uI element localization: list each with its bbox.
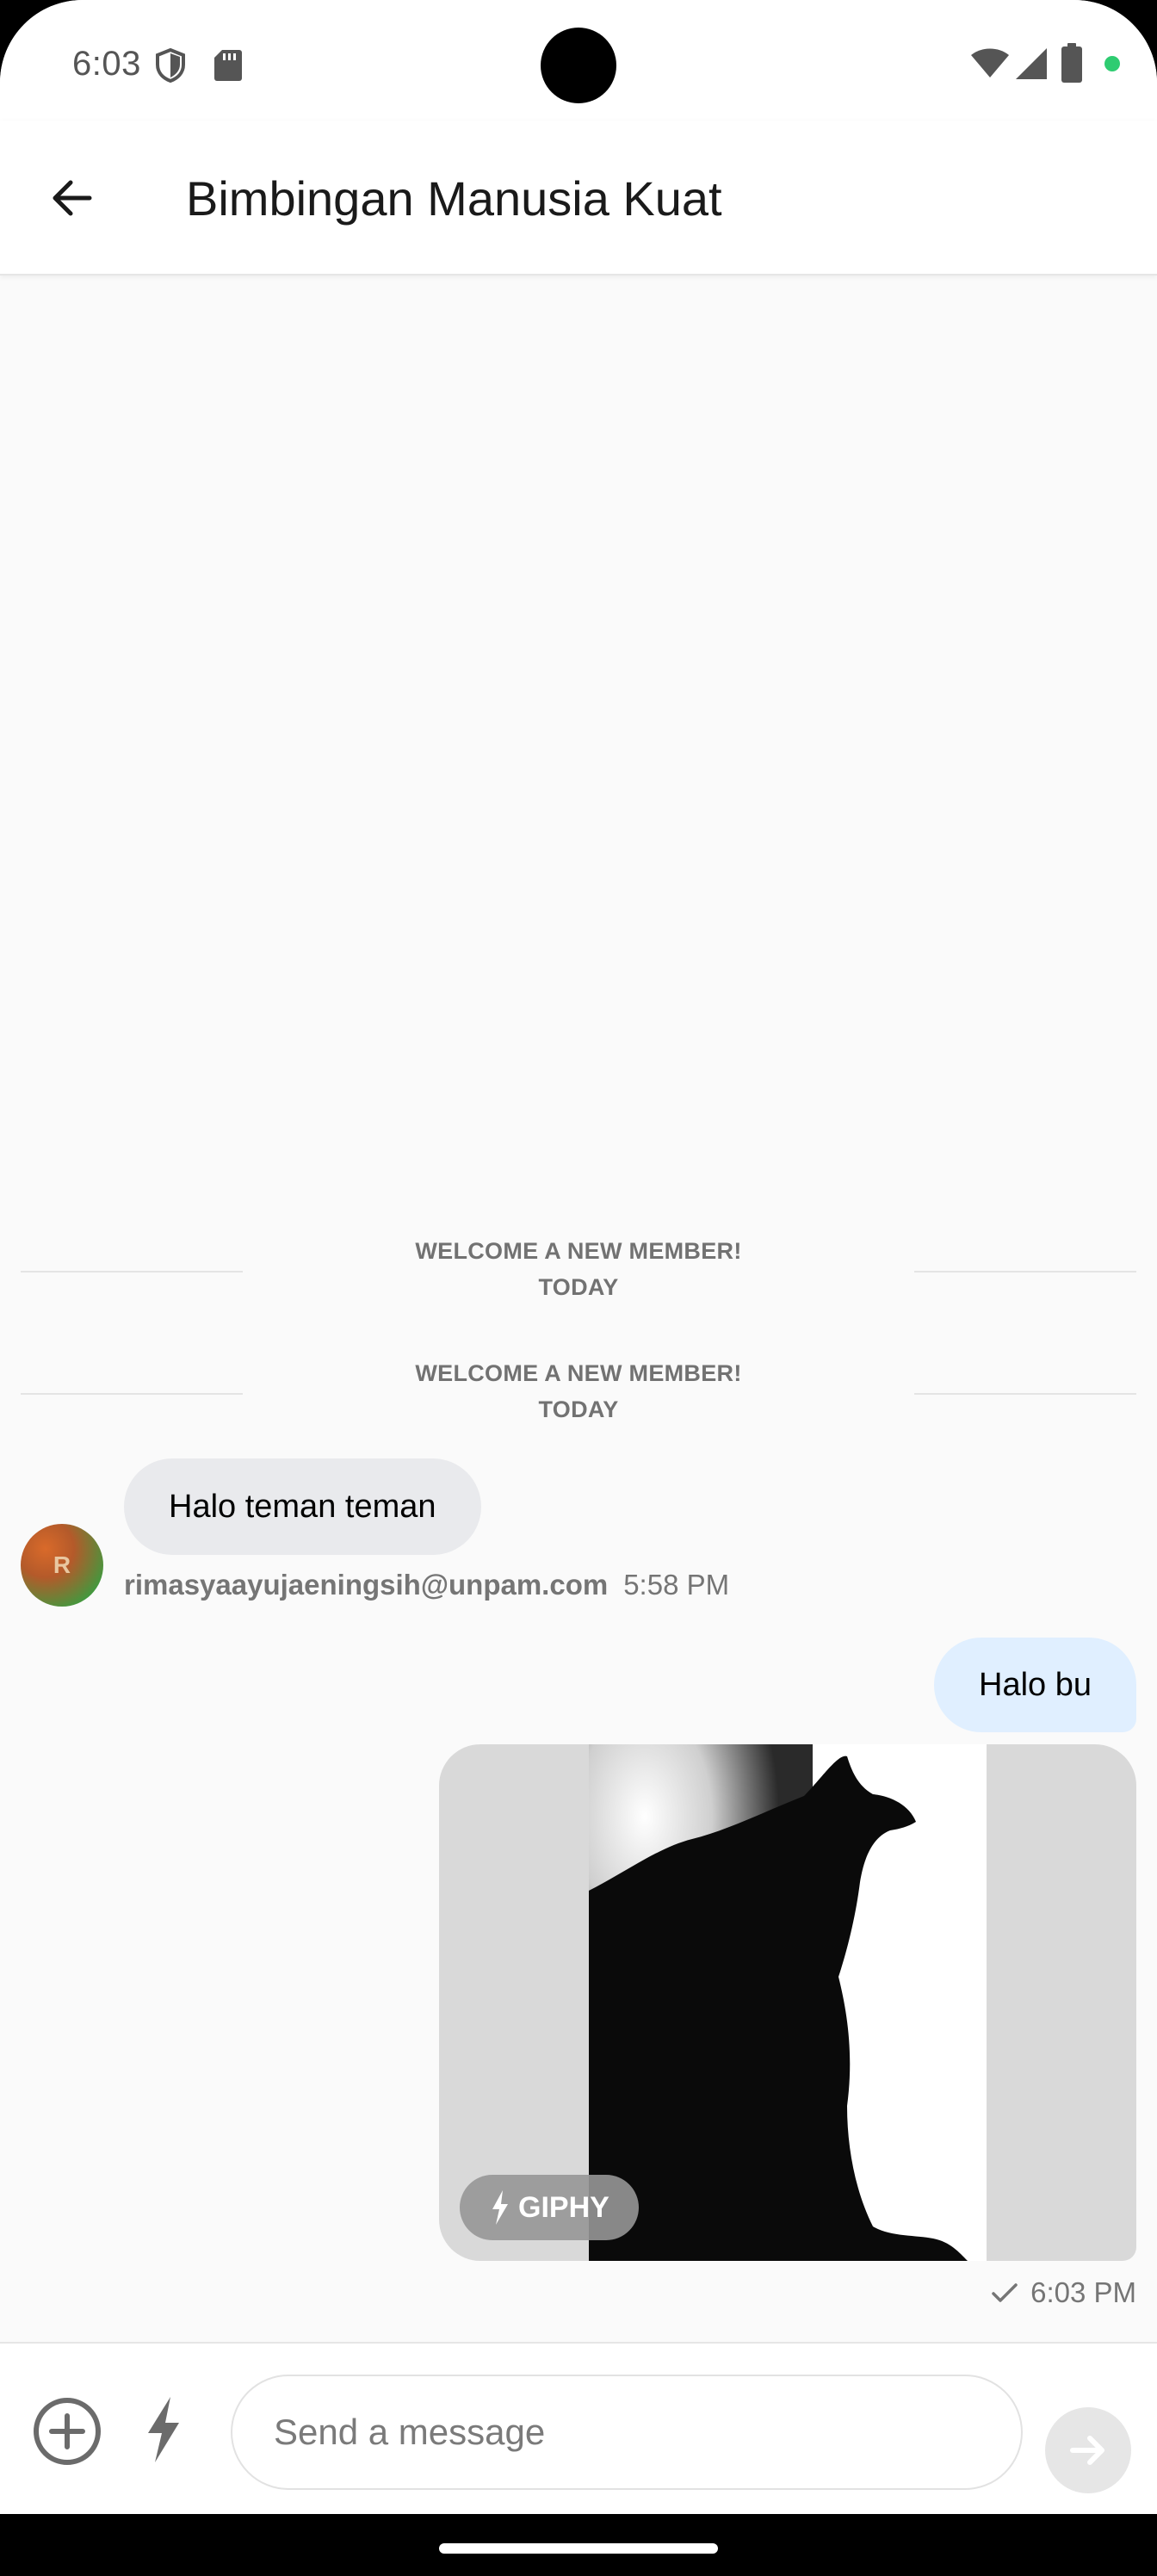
chat-app: 6:03 Bimbingan Manusia Kuat WELCOME A NE…	[0, 0, 1157, 2514]
shield-icon	[156, 48, 185, 83]
message-composer	[0, 2342, 1157, 2514]
status-time: 6:03	[72, 45, 141, 83]
bolt-icon[interactable]	[139, 2393, 188, 2466]
system-message-date: TODAY	[538, 1274, 619, 1300]
dot-indicator	[1104, 56, 1120, 71]
system-message-date: TODAY	[538, 1396, 619, 1422]
status-bar: 6:03	[0, 0, 1157, 121]
incoming-message-bubble[interactable]: Halo teman teman	[124, 1458, 481, 1555]
send-button[interactable]	[1045, 2407, 1131, 2493]
message-meta: rimasyaayujaeningsih@unpam.com 5:58 PM	[124, 1569, 729, 1601]
wifi-icon	[971, 48, 1009, 77]
gif-image	[589, 1744, 987, 2261]
system-message-text: WELCOME A NEW MEMBER!	[415, 1238, 742, 1264]
navigation-bar	[0, 2514, 1157, 2576]
channel-title: Bimbingan Manusia Kuat	[186, 171, 722, 226]
giphy-label: GIPHY	[518, 2190, 609, 2224]
system-message-text: WELCOME A NEW MEMBER!	[415, 1360, 742, 1386]
plus-circle-icon[interactable]	[31, 2395, 103, 2468]
message-input[interactable]	[231, 2375, 1023, 2490]
message-timestamp: 5:58 PM	[623, 1569, 730, 1601]
send-arrow-icon	[1070, 2436, 1104, 2465]
signal-icon	[1016, 48, 1047, 79]
sd-card-icon	[214, 50, 242, 81]
home-gesture-handle[interactable]	[439, 2543, 718, 2554]
back-button[interactable]	[38, 164, 107, 232]
outgoing-message-bubble[interactable]: Halo bu	[934, 1638, 1136, 1732]
phone-screen: 6:03 Bimbingan Manusia Kuat WELCOME A NE…	[0, 0, 1157, 2576]
gif-attachment[interactable]: GIPHY	[439, 1744, 1136, 2261]
bolt-icon	[492, 2190, 508, 2225]
avatar[interactable]: R	[21, 1524, 103, 1607]
system-message: WELCOME A NEW MEMBER! TODAY	[21, 1355, 1136, 1424]
message-meta: 6:03 PM	[991, 2276, 1136, 2309]
message-timestamp: 6:03 PM	[1030, 2276, 1136, 2308]
system-message: WELCOME A NEW MEMBER! TODAY	[21, 1233, 1136, 1302]
message-text: Halo teman teman	[169, 1488, 436, 1525]
front-camera	[541, 28, 616, 103]
giphy-badge: GIPHY	[460, 2175, 639, 2240]
sender-name: rimasyaayujaeningsih@unpam.com	[124, 1569, 609, 1601]
check-icon	[992, 2283, 1018, 2302]
arrow-left-icon	[53, 180, 92, 216]
message-text: Halo bu	[979, 1666, 1092, 1703]
avatar-initial: R	[53, 1551, 71, 1578]
chat-header: Bimbingan Manusia Kuat	[0, 121, 1157, 276]
battery-icon	[1061, 43, 1082, 83]
